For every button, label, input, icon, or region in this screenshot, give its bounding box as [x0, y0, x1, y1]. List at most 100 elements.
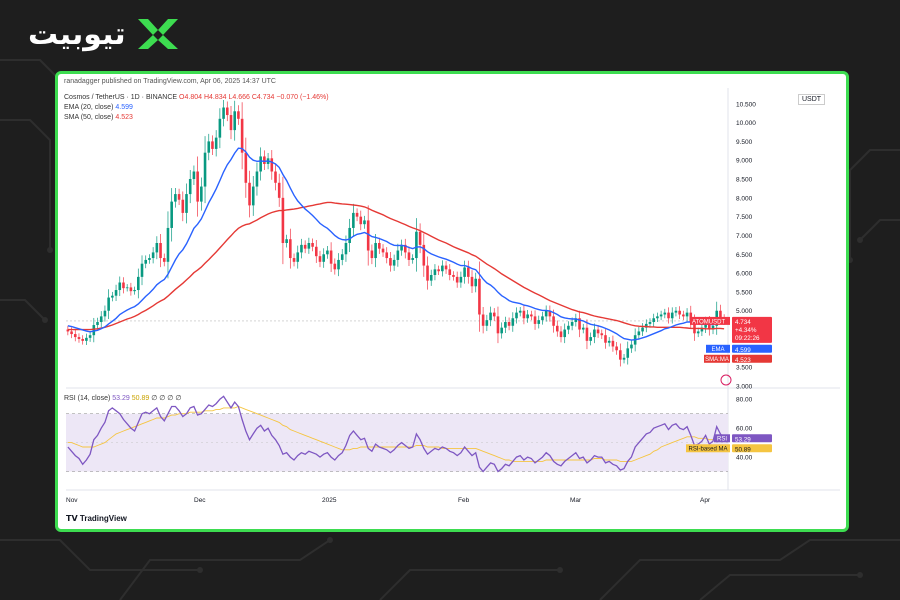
rsi-tag-text: 53.29: [735, 436, 751, 443]
candle-body: [526, 314, 529, 319]
candle-body: [670, 312, 674, 319]
candle-body: [225, 107, 229, 116]
candle-body: [530, 314, 533, 317]
candle-body: [73, 334, 77, 338]
candle-body: [637, 331, 641, 336]
candle-body: [585, 327, 589, 341]
price-tick-label: 3.000: [736, 384, 753, 391]
candle-body: [678, 310, 681, 315]
candle-body: [507, 322, 511, 326]
candle-body: [389, 258, 392, 266]
rsi-ma-tag-name: RSI-based MA: [688, 446, 727, 452]
brand-logo-text: تیوبیت: [28, 16, 127, 52]
candle-body: [593, 329, 596, 338]
candle-body: [555, 325, 559, 332]
candle-body: [607, 340, 611, 343]
candle-body: [140, 263, 144, 277]
candle-body: [114, 290, 118, 296]
candle-body: [474, 278, 478, 287]
candle-body: [626, 348, 630, 358]
candle-body: [641, 327, 644, 332]
candle-body: [696, 331, 700, 334]
price-chart[interactable]: 10.500 10.000 9.500 9.000 8.500 8.000 7.500 7.0…: [58, 74, 840, 523]
rsi-ma-tag-text: 50.89: [735, 446, 751, 453]
last-price-symbol: ATOMUSDT: [692, 319, 725, 325]
candle-body: [200, 186, 203, 202]
candle-body: [107, 297, 110, 311]
candle-body: [656, 316, 659, 319]
candle-body: [277, 182, 281, 198]
candle-body: [500, 327, 503, 334]
candle-body: [144, 259, 148, 264]
price-tick-label: 8.000: [736, 195, 753, 202]
candle-body: [619, 350, 622, 360]
candle-body: [559, 331, 563, 338]
candle-body: [444, 265, 448, 270]
candle-body: [604, 335, 607, 343]
candle-body: [88, 335, 92, 338]
candle-body: [378, 243, 381, 249]
candle-body: [411, 258, 414, 260]
price-tick-label: 7.000: [736, 233, 753, 240]
candle-body: [615, 346, 618, 351]
candle-body: [570, 322, 574, 326]
candle-body: [589, 337, 592, 341]
candle-body: [322, 254, 325, 262]
candle-body: [111, 295, 114, 298]
time-tick-label: Apr: [700, 497, 711, 504]
candle-body: [496, 316, 500, 334]
candle-body: [459, 276, 463, 283]
candle-body: [333, 263, 337, 270]
candle-body: [600, 333, 604, 336]
candle-body: [229, 115, 233, 131]
candle-body: [192, 171, 196, 180]
candle-body: [522, 310, 526, 319]
candle-body: [251, 186, 255, 206]
candle-body: [185, 194, 188, 213]
candle-body: [441, 265, 444, 272]
last-price-tag-text: 4.734: [735, 319, 751, 326]
candle-body: [285, 239, 288, 243]
price-tick-label: 7.500: [736, 214, 753, 221]
brand-x-icon: [137, 19, 178, 49]
chart-frame: ranadagger published on TradingView.com,…: [55, 71, 849, 532]
candle-body: [396, 250, 400, 260]
candle-body: [188, 179, 192, 195]
candle-body: [667, 312, 670, 319]
candle-body: [537, 320, 541, 324]
candle-body: [370, 250, 374, 259]
candle-body: [418, 231, 422, 245]
candle-body: [648, 322, 652, 324]
candle-body: [437, 269, 440, 272]
candle-body: [567, 325, 570, 330]
brand-logo: تیوبیت: [28, 14, 180, 54]
candle-body: [533, 316, 537, 324]
price-tick-label: 6.000: [736, 271, 753, 278]
alert-bolt-icon: [720, 374, 732, 386]
candle-body: [326, 250, 329, 255]
candle-body: [355, 212, 359, 217]
candle-body: [240, 118, 244, 153]
candle-body: [129, 287, 133, 292]
candle-body: [77, 337, 81, 339]
candle-body: [452, 274, 455, 277]
candle-body: [237, 111, 240, 119]
candle-body: [344, 243, 348, 255]
candle-body: [363, 220, 366, 225]
candle-body: [682, 314, 685, 317]
sma-tag-text: 4.523: [735, 357, 751, 364]
candle-body: [137, 276, 140, 291]
rsi-tick-label: 80.00: [736, 397, 753, 404]
candle-body: [544, 310, 548, 317]
price-tick-label: 5.500: [736, 289, 753, 296]
candle-body: [492, 312, 496, 317]
candle-body: [314, 246, 318, 257]
candle-body: [415, 231, 418, 259]
candle-body: [552, 316, 555, 326]
candle-body: [203, 152, 207, 187]
price-tick-label: 8.500: [736, 177, 753, 184]
time-tick-label: Feb: [458, 497, 470, 504]
candle-body: [281, 197, 285, 243]
candle-body: [511, 318, 515, 326]
candle-body: [478, 278, 481, 315]
